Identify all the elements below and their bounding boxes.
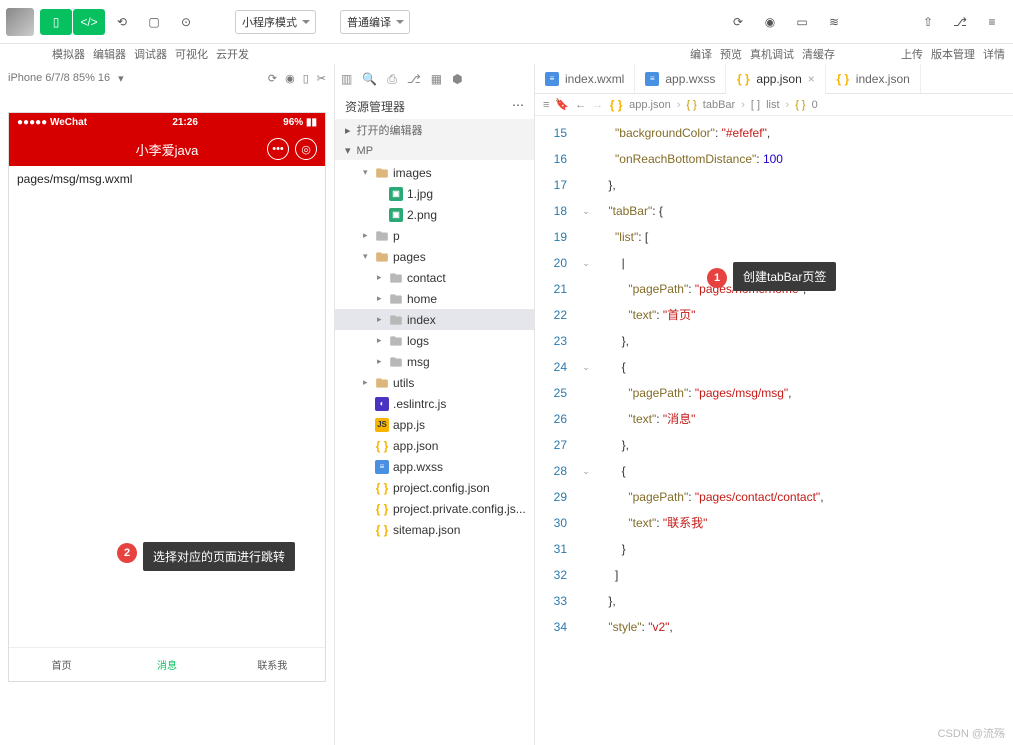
tree-item-app.js[interactable]: JSapp.js [335,414,534,435]
files-icon[interactable]: ▥ [341,72,352,86]
open-editors-section[interactable]: ▸打开的编辑器 [335,119,534,141]
simulator-panel: iPhone 6/7/8 85% 16▾ ⟳ ◉ ▯ ✂ ●●●●● WeCha… [0,64,335,745]
tab-contact[interactable]: 联系我 [220,648,325,681]
top-toolbar: ▯ </> ⟲ ▢ ⊙ 小程序模式 普通编译 ⟳ ◉ ▭ ≋ ⇧ ⎇ ≡ [0,0,1013,44]
tree-item-images[interactable]: ▾images [335,162,534,183]
tree-item-project.private.config.js...[interactable]: { }project.private.config.js... [335,498,534,519]
phone-frame: ●●●●● WeChat 21:26 96% ▮▮ 小李爱java ••• ◎ … [8,112,326,682]
compile-button[interactable]: ⟳ [723,9,753,35]
more-icon[interactable]: ⋯ [512,98,524,115]
tab-msg[interactable]: 消息 [114,648,219,681]
explorer-panel: ▥ 🔍 ⎙ ⎇ ▦ ⬢ 资源管理器 ⋯ ▸打开的编辑器 ▾MP ▾images ▣… [335,64,535,745]
tree-item-sitemap.json[interactable]: { }sitemap.json [335,519,534,540]
fwd-icon[interactable]: → [592,99,603,111]
device-debug-button[interactable]: ▭ [787,9,817,35]
list-icon[interactable]: ≡ [543,99,549,111]
simulator-toggle[interactable]: ▯ [40,9,72,35]
tree-item-app.wxss[interactable]: ≡app.wxss [335,456,534,477]
details-button[interactable]: ≡ [977,9,1007,35]
git-icon[interactable]: ⎇ [407,72,421,86]
tree-item-2.png[interactable]: ▣2.png [335,204,534,225]
bookmark-icon[interactable]: 🔖 [555,98,569,111]
toolbar-labels: 模拟器编辑器 调试器可视化 云开发 编译预览 真机调试清缓存 上传版本管理详情 [0,44,1013,64]
menu-icon[interactable]: ••• [267,138,289,160]
tab-app.wxss[interactable]: ≡app.wxss [635,64,726,93]
breadcrumb: ≡ 🔖 ← → { }app.json› { }tabBar› [ ]list›… [535,94,1013,116]
target-icon[interactable]: ◎ [295,138,317,160]
tablet-icon[interactable]: ▯ [303,72,309,85]
compile-select[interactable]: 普通编译 [340,10,410,34]
tab-index.json[interactable]: { }index.json [826,64,921,93]
annotation-tip-2: 选择对应的页面进行跳转 [143,542,295,571]
status-bar: ●●●●● WeChat 21:26 96% ▮▮ [9,113,325,132]
refresh-icon[interactable]: ⟳ [268,72,277,85]
tree-item-app.json[interactable]: { }app.json [335,435,534,456]
close-icon[interactable]: × [808,72,815,86]
annotation-tip-1: 创建tabBar页签 [733,262,836,291]
cut-icon[interactable]: ✂ [317,72,326,85]
tree-item-index[interactable]: ▸index [335,309,534,330]
editor-toggle[interactable]: </> [73,9,105,35]
watermark: CSDN @流殇 [938,725,1005,741]
tree-item-pages[interactable]: ▾pages [335,246,534,267]
tree-item-p[interactable]: ▸p [335,225,534,246]
debugger-toggle[interactable]: ⟲ [107,9,137,35]
annotation-badge-2: 2 [117,543,137,563]
branch-icon[interactable]: ⎙ [387,72,397,87]
avatar[interactable] [6,8,34,36]
cloud-toggle[interactable]: ⊙ [171,9,201,35]
tree-item-logs[interactable]: ▸logs [335,330,534,351]
code-editor[interactable]: 1516171819202122232425262728293031323334… [535,116,1013,745]
tree-item-home[interactable]: ▸home [335,288,534,309]
editor-tabs: ≡index.wxml ≡app.wxss { }app.json× { }in… [535,64,1013,94]
page-title: 小李爱java [136,140,199,159]
upload-button[interactable]: ⇧ [913,9,943,35]
project-section[interactable]: ▾MP [335,141,534,160]
file-tree: ▾images ▣1.jpg ▣2.png ▸p ▾pages ▸contact… [335,160,534,542]
preview-button[interactable]: ◉ [755,9,785,35]
explorer-title: 资源管理器 [345,98,405,115]
nav-bar: 小李爱java ••• ◎ [9,132,325,166]
tree-item-project.config.json[interactable]: { }project.config.json [335,477,534,498]
back-icon[interactable]: ← [575,99,586,111]
clear-cache-button[interactable]: ≋ [819,9,849,35]
page-content: pages/msg/msg.wxml [9,166,325,647]
tab-index.wxml[interactable]: ≡index.wxml [535,64,635,93]
mode-select[interactable]: 小程序模式 [235,10,316,34]
grid-icon[interactable]: ▦ [431,72,442,86]
device-label[interactable]: iPhone 6/7/8 85% 16 [8,72,110,84]
search-icon[interactable]: 🔍 [362,72,377,86]
tree-item-1.jpg[interactable]: ▣1.jpg [335,183,534,204]
tree-item-.eslintrc.js[interactable]: ◐.eslintrc.js [335,393,534,414]
tree-item-msg[interactable]: ▸msg [335,351,534,372]
editor-panel: ≡index.wxml ≡app.wxss { }app.json× { }in… [535,64,1013,745]
tab-bar: 首页 消息 联系我 [9,647,325,681]
tree-item-contact[interactable]: ▸contact [335,267,534,288]
tab-home[interactable]: 首页 [9,648,114,681]
record-icon[interactable]: ◉ [285,72,295,85]
annotation-badge-1: 1 [707,268,727,288]
tree-item-utils[interactable]: ▸utils [335,372,534,393]
visualize-toggle[interactable]: ▢ [139,9,169,35]
explorer-actions: ▥ 🔍 ⎙ ⎇ ▦ ⬢ [335,64,534,94]
bug-icon[interactable]: ⬢ [452,72,462,86]
tab-app.json[interactable]: { }app.json× [726,64,825,94]
version-button[interactable]: ⎇ [945,9,975,35]
